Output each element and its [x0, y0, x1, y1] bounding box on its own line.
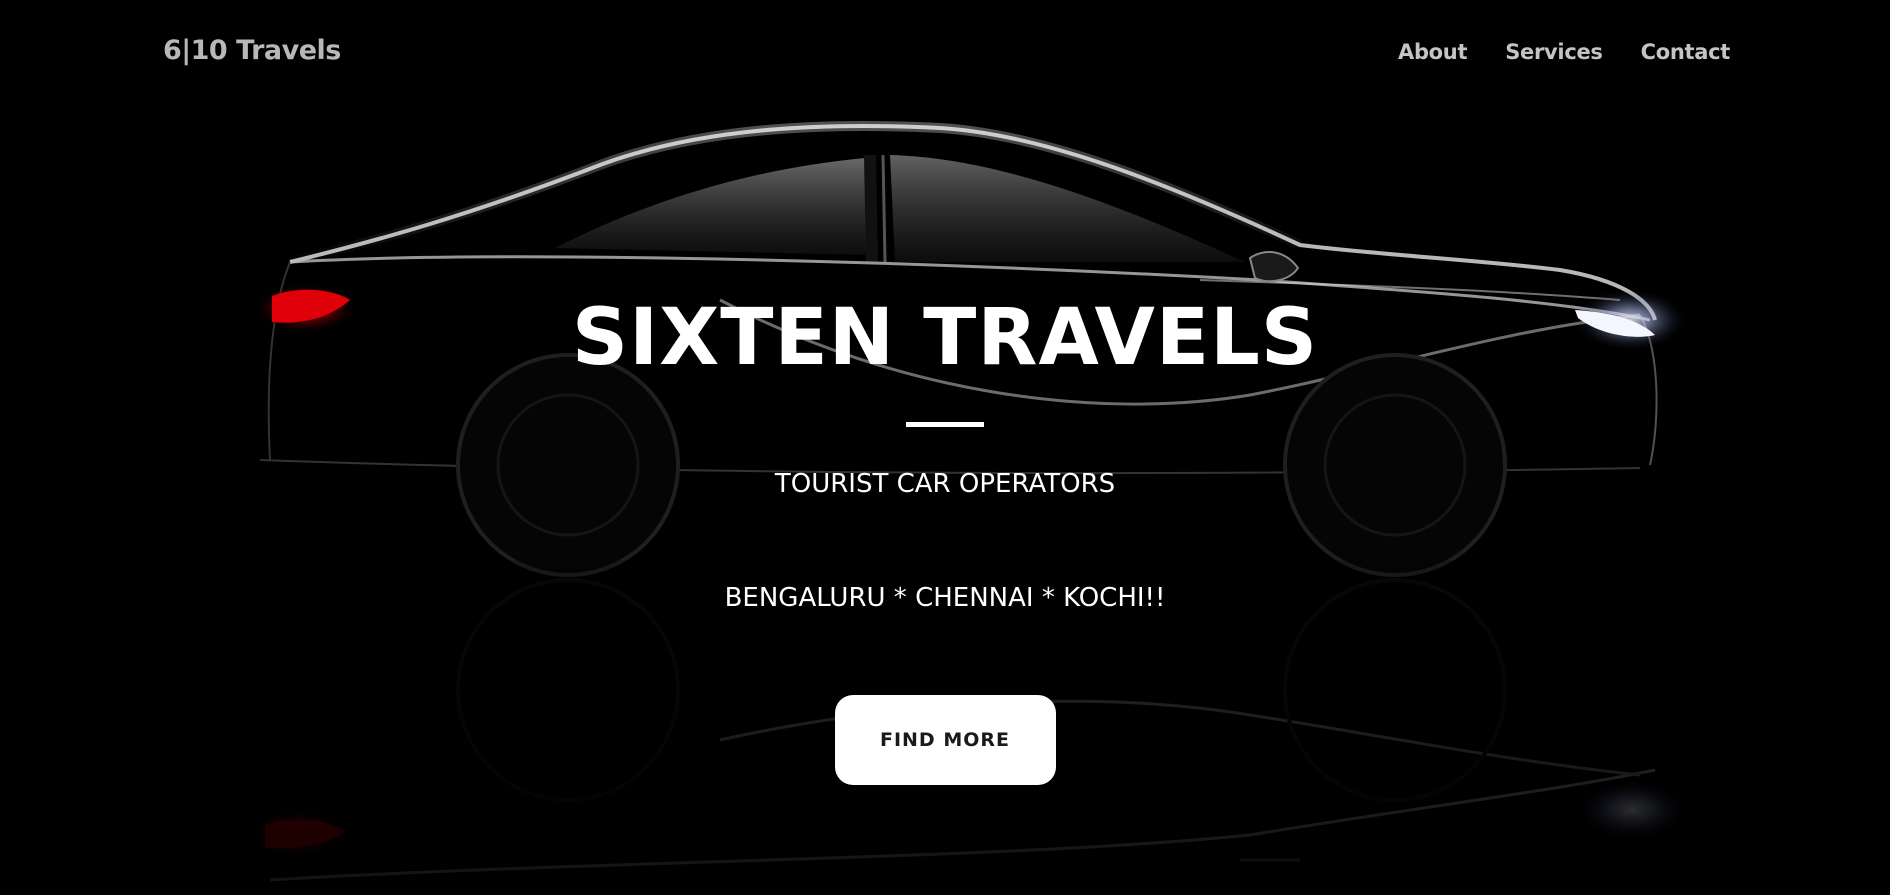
- nav-links: About Services Contact: [1398, 40, 1730, 64]
- nav-link-contact[interactable]: Contact: [1641, 40, 1731, 64]
- navbar: 6|10 Travels About Services Contact: [0, 0, 1890, 104]
- hero-section: SIXTEN TRAVELS TOURIST CAR OPERATORS BEN…: [0, 290, 1890, 785]
- landing-page: 6|10 Travels About Services Contact SIXT…: [0, 0, 1890, 895]
- hero-divider: [906, 422, 984, 427]
- brand-logo[interactable]: 6|10 Travels: [163, 35, 341, 66]
- find-more-button[interactable]: FIND MORE: [834, 695, 1056, 785]
- hero-subtitle: TOURIST CAR OPERATORS: [774, 469, 1116, 499]
- hero-title: SIXTEN TRAVELS: [571, 293, 1319, 383]
- nav-link-services[interactable]: Services: [1505, 40, 1603, 64]
- hero-cities: BENGALURU * CHENNAI * KOCHI!!: [724, 583, 1166, 613]
- nav-link-about[interactable]: About: [1398, 40, 1468, 64]
